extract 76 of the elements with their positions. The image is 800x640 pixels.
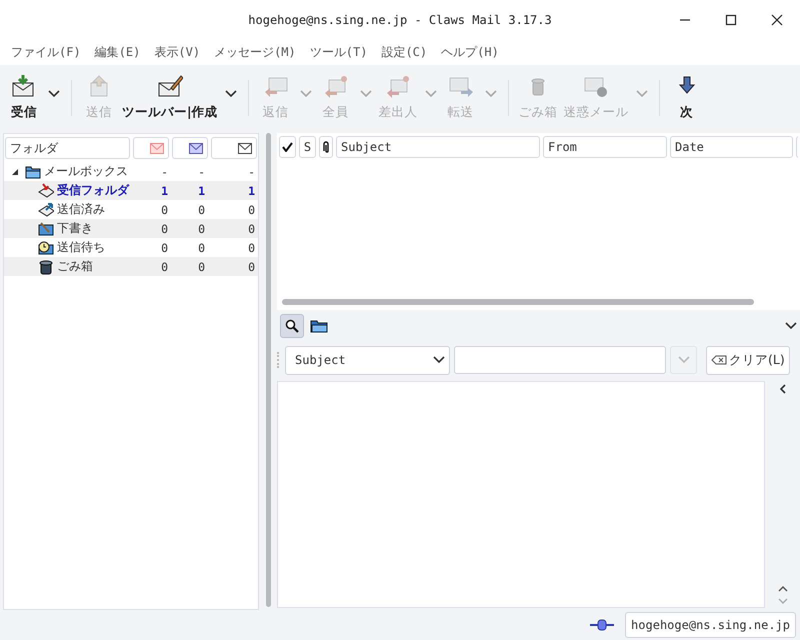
outbox-icon — [38, 202, 54, 218]
count: 1 — [247, 184, 256, 198]
column-header[interactable] — [279, 136, 296, 158]
draft-folder-icon — [38, 220, 54, 236]
count: 0 — [160, 222, 169, 236]
column-header[interactable] — [319, 136, 333, 158]
count: 0 — [160, 240, 169, 254]
trash-icon — [38, 258, 54, 274]
menu-item[interactable]: ファイル(F) — [4, 44, 88, 61]
search-type-dropdown[interactable]: Subject — [285, 346, 450, 374]
menu-item[interactable]: ツール(T) — [302, 44, 374, 61]
column-header[interactable]: From — [543, 136, 667, 158]
scroll-up-icon[interactable] — [776, 584, 788, 594]
expander-icon[interactable] — [11, 168, 19, 176]
new-mail-icon — [150, 142, 164, 154]
count: 0 — [160, 202, 169, 216]
reply-sender-icon — [385, 74, 412, 98]
folder-name[interactable]: ごみ箱 — [57, 258, 93, 275]
count: 0 — [197, 202, 206, 216]
folder-icon — [25, 164, 41, 180]
count: - — [247, 164, 256, 178]
column-header[interactable]: Date — [670, 136, 793, 158]
collapse-icon[interactable] — [778, 383, 788, 395]
account-label[interactable]: hogehoge@ns.sing.ne.jp — [625, 612, 796, 638]
toolbar-button[interactable]: 受信 — [4, 70, 64, 125]
menu-item[interactable]: メッセージ(M) — [207, 44, 303, 61]
count: 0 — [247, 260, 256, 274]
column-header[interactable]: Subject — [336, 136, 540, 158]
toolbar-button[interactable]: ツールバー|作成 — [119, 70, 241, 125]
chevron-down-icon[interactable] — [785, 322, 797, 330]
mail-icon — [238, 142, 252, 154]
count: - — [197, 164, 206, 178]
backspace-icon — [711, 355, 727, 365]
count: 0 — [160, 260, 169, 274]
folder-name[interactable]: 送信済み — [57, 201, 105, 218]
folder-name[interactable]: 下書き — [57, 220, 93, 237]
menu-item[interactable]: 編集(E) — [88, 44, 148, 61]
unread-mail-icon — [189, 142, 204, 154]
folder-icon[interactable] — [310, 319, 328, 333]
dropdown-caret-icon[interactable] — [224, 90, 237, 98]
column-header[interactable]: フォルダ — [5, 137, 130, 159]
menu-item[interactable]: ヘルプ(H) — [434, 44, 506, 61]
count: 1 — [160, 184, 169, 198]
menu-item[interactable]: 設定(C) — [374, 44, 434, 61]
count: 1 — [197, 184, 206, 198]
toolbar-button[interactable]: 次 — [666, 70, 707, 125]
reply-all-icon — [322, 74, 349, 98]
folder-name[interactable]: メールボックス — [44, 163, 128, 180]
count: 0 — [197, 260, 206, 274]
folder-name[interactable]: 送信待ち — [57, 239, 105, 256]
maximize-button[interactable] — [725, 14, 737, 26]
menu-item[interactable]: 表示(V) — [147, 44, 208, 61]
column-header[interactable] — [211, 137, 258, 159]
count: 0 — [247, 222, 256, 236]
count: - — [160, 164, 169, 178]
scrollbar[interactable] — [282, 299, 754, 305]
search-field[interactable] — [454, 346, 666, 374]
connection-icon[interactable] — [589, 619, 616, 631]
folder-name[interactable]: 受信フォルダ — [57, 182, 129, 199]
queue-folder-icon — [38, 240, 54, 256]
search-toggle[interactable] — [280, 314, 304, 338]
chevron-down-icon — [433, 356, 445, 364]
clear-button[interactable]: クリア(L) — [706, 346, 790, 374]
column-header[interactable]: S — [299, 136, 316, 158]
compose-icon — [156, 74, 183, 98]
column-header[interactable] — [172, 137, 208, 159]
count: 0 — [247, 240, 256, 254]
count: 0 — [247, 202, 256, 216]
close-button[interactable] — [771, 14, 783, 26]
check-icon — [282, 142, 293, 152]
window-title: hogehoge@ns.sing.ne.jp - Claws Mail 3.17.3 — [248, 13, 552, 27]
count: 0 — [197, 240, 206, 254]
dropdown-caret-icon[interactable] — [48, 90, 60, 98]
count: 0 — [197, 222, 206, 236]
paperclip-icon — [322, 141, 330, 153]
search-icon — [285, 319, 299, 333]
